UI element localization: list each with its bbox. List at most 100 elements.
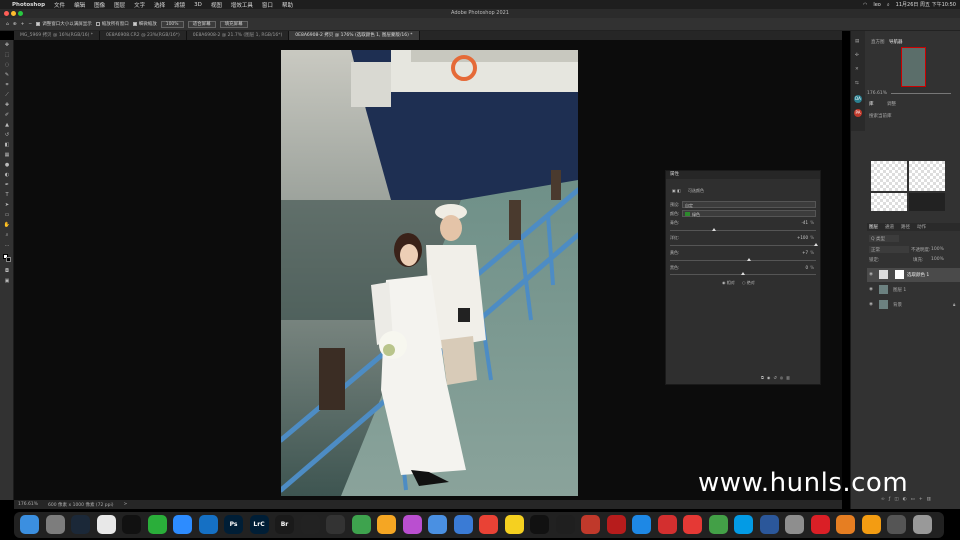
layer-row[interactable]: ◉ 背景 🔒︎ xyxy=(867,298,960,312)
history-icon[interactable]: ▤ xyxy=(855,39,859,44)
opacity-value[interactable]: 100% xyxy=(931,247,944,252)
pa-plugin-icon[interactable]: PA xyxy=(854,109,862,117)
yellow-slider-thumb[interactable] xyxy=(746,258,751,261)
tools-icon[interactable]: ✕ xyxy=(855,67,859,72)
dock-app-zoom-icon[interactable] xyxy=(173,515,192,534)
wifi-icon[interactable]: ◠ xyxy=(863,2,867,8)
dock-app-pic-icon[interactable] xyxy=(887,515,906,534)
eye-icon[interactable]: ◉ xyxy=(869,272,873,277)
layer-name[interactable]: 背景 xyxy=(893,302,902,308)
dock-app-fcp-icon[interactable] xyxy=(530,515,549,534)
dock-app-chrome2-icon[interactable] xyxy=(479,515,498,534)
zoom-readout[interactable]: 176.61% xyxy=(18,502,38,507)
library-search[interactable]: 搜索当前库 xyxy=(869,113,892,119)
dock-app-qq-icon[interactable] xyxy=(122,515,141,534)
eraser-tool-icon[interactable]: ◧ xyxy=(3,142,11,149)
dock-app-weibo-icon[interactable] xyxy=(683,515,702,534)
dock-app-screenrecorder-icon[interactable] xyxy=(581,515,600,534)
search-icon[interactable]: ⌕ xyxy=(887,2,890,8)
dock-app-netease-icon[interactable] xyxy=(657,515,677,534)
menu-item-9[interactable]: 视图 xyxy=(211,1,222,9)
hand-tool-icon[interactable]: ✋ xyxy=(3,222,11,229)
menu-item-5[interactable]: 文字 xyxy=(134,1,145,9)
scrubby-zoom-option[interactable]: 细微缩放 xyxy=(132,21,157,27)
dock-app-launchpad-icon[interactable] xyxy=(45,515,65,534)
tab-adjustments[interactable]: 调整 xyxy=(887,101,896,107)
dock-app-lrc-icon[interactable]: LrC xyxy=(249,515,269,534)
quick-select-tool-icon[interactable]: ✎ xyxy=(3,72,11,79)
magenta-value[interactable]: +100 xyxy=(797,235,808,240)
dock-app-photos-icon[interactable] xyxy=(377,515,396,534)
yellow-value[interactable]: +7 xyxy=(802,250,808,255)
layer-row[interactable]: ◉ 图层 1 xyxy=(867,283,960,297)
shape-tool-icon[interactable]: ▭ xyxy=(3,212,11,219)
tab-histogram[interactable]: 直方图 xyxy=(871,39,885,45)
dock-app-wechat-icon[interactable] xyxy=(147,515,167,534)
dock-app-ps-icon[interactable]: Ps xyxy=(224,515,243,534)
dock-app-obs-icon[interactable] xyxy=(326,515,345,534)
library-asset-2[interactable] xyxy=(909,161,945,191)
dock-app-telegram-icon[interactable] xyxy=(734,515,753,534)
library-asset-4[interactable] xyxy=(909,193,945,211)
black-value[interactable]: 0 xyxy=(805,265,808,270)
dock-app-finder-icon[interactable] xyxy=(20,515,39,534)
tab-doc-2[interactable]: 0E8A6908.CR2 @ 23%(RGB/16*) xyxy=(100,31,187,40)
menu-item-0[interactable]: Photoshop xyxy=(12,2,45,8)
black-slider-thumb[interactable] xyxy=(741,272,745,275)
library-asset-1[interactable] xyxy=(871,161,907,191)
menu-item-12[interactable]: 帮助 xyxy=(282,1,293,9)
dock-app-cc-icon[interactable] xyxy=(810,515,830,534)
brush-tool-icon[interactable]: ✐ xyxy=(3,112,11,119)
tab-paths[interactable]: 路径 xyxy=(901,224,910,230)
blend-mode-select[interactable]: 正常 xyxy=(869,246,909,253)
zoom-tool-icon[interactable]: ⊕ xyxy=(13,22,17,27)
blur-tool-icon[interactable]: ● xyxy=(3,162,11,169)
dock-app-paint-icon[interactable] xyxy=(836,515,855,534)
new-group-icon[interactable]: ▭ xyxy=(911,497,919,502)
menu-item-3[interactable]: 图像 xyxy=(94,1,105,9)
zoom-tool-icon[interactable]: ⌕ xyxy=(3,232,11,239)
dock-app-davinci-icon[interactable] xyxy=(555,515,575,534)
stamp-tool-icon[interactable]: ▲ xyxy=(3,122,11,129)
user-label[interactable]: leo xyxy=(873,2,881,8)
menu-item-10[interactable]: 增效工具 xyxy=(231,1,253,9)
new-layer-icon[interactable]: + xyxy=(919,497,927,502)
navigator-zoom-slider[interactable] xyxy=(891,93,951,94)
gradient-tool-icon[interactable]: ▦ xyxy=(3,152,11,159)
move-tool-icon[interactable]: ✥ xyxy=(3,42,11,49)
resize-windows-option[interactable]: 调整窗口大小以满屏显示 xyxy=(36,21,92,27)
eyedropper-tool-icon[interactable]: ⟋ xyxy=(3,92,11,99)
delete-layer-icon[interactable]: ▥ xyxy=(927,497,935,502)
background-color-swatch[interactable] xyxy=(6,257,11,262)
menu-item-1[interactable]: 文件 xyxy=(54,1,65,9)
dock-app-notes-icon[interactable] xyxy=(504,515,524,534)
magenta-slider[interactable] xyxy=(670,245,816,246)
pen-tool-icon[interactable]: ✒ xyxy=(3,182,11,189)
eye-icon[interactable]: ◉ xyxy=(869,302,873,307)
dock-app-br-icon[interactable]: Br xyxy=(275,515,294,534)
zoom-out-icon[interactable]: − xyxy=(28,22,32,27)
tab-libraries[interactable]: 库 xyxy=(869,101,874,107)
brush-settings-icon[interactable]: ✣ xyxy=(855,53,859,58)
dock-app-settings-icon[interactable] xyxy=(785,515,804,534)
menu-item-11[interactable]: 窗口 xyxy=(262,1,273,9)
library-asset-3[interactable] xyxy=(871,193,907,211)
home-icon[interactable]: ⌂ xyxy=(6,22,9,27)
cyan-slider[interactable] xyxy=(670,230,816,231)
relative-radio[interactable]: ◉ 相对 xyxy=(722,280,735,286)
navigator-zoom[interactable]: 176.61% xyxy=(867,91,887,96)
zoom-all-option[interactable]: 缩放所有窗口 xyxy=(95,21,129,27)
dock-app-trash-icon[interactable] xyxy=(912,515,932,534)
da-plugin-icon[interactable]: DA xyxy=(854,95,862,103)
tab-navigator[interactable]: 导航器 xyxy=(889,39,903,45)
cyan-slider-thumb[interactable] xyxy=(711,228,716,231)
fill-value[interactable]: 100% xyxy=(931,257,944,262)
cyan-value[interactable]: -41 xyxy=(801,220,808,225)
path-select-tool-icon[interactable]: ➤ xyxy=(3,202,11,209)
layer-filter-select[interactable]: Q 类型 xyxy=(869,235,899,242)
absolute-radio[interactable]: ○ 绝对 xyxy=(742,280,755,286)
preset-select[interactable]: 自定 xyxy=(682,201,816,208)
healing-tool-icon[interactable]: ✚ xyxy=(3,102,11,109)
dock-app-edge-icon[interactable] xyxy=(198,515,218,534)
status-arrow[interactable]: > xyxy=(124,502,128,507)
